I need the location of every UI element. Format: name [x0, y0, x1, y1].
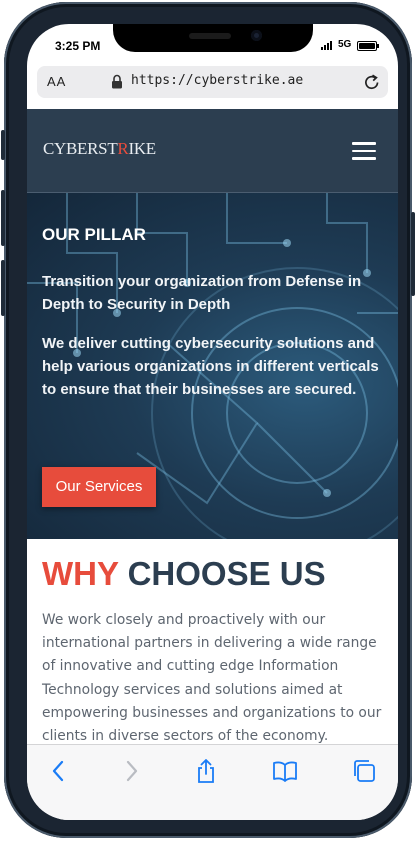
hero-title: OUR PILLAR [42, 225, 146, 244]
heading-accent-word: WHY [42, 555, 119, 592]
reload-icon[interactable] [363, 72, 381, 92]
logo-text-start: CYBERST [43, 139, 118, 158]
why-choose-us-section: WHY CHOOSE US We work closely and proact… [27, 539, 398, 749]
text-size-button[interactable]: AA [47, 74, 66, 89]
hero-section: OUR PILLAR Transition your organization … [27, 193, 398, 539]
logo-text-end: IKE [128, 139, 156, 158]
phone-screen: 3:25 PM 5G AA https://cyberstrike.ae CYB… [27, 24, 398, 820]
volume-down-button [1, 260, 5, 316]
lock-icon [111, 74, 123, 89]
silent-switch [1, 130, 5, 160]
battery-icon [357, 41, 379, 51]
front-camera [251, 30, 262, 41]
hero-tagline: Transition your organization from Defens… [42, 273, 362, 313]
hamburger-menu-icon[interactable] [352, 142, 376, 160]
power-button [411, 212, 415, 296]
address-bar[interactable]: AA https://cyberstrike.ae [37, 66, 388, 98]
phone-frame: 3:25 PM 5G AA https://cyberstrike.ae CYB… [1, 2, 415, 838]
safari-toolbar [27, 744, 398, 820]
url-text[interactable]: https://cyberstrike.ae [131, 73, 303, 88]
notch [113, 24, 313, 52]
share-icon[interactable] [193, 758, 219, 784]
cyberstrike-logo[interactable]: CYBERSTRIKE [43, 139, 156, 159]
heading-rest: CHOOSE US [127, 555, 326, 592]
why-choose-us-body: We work closely and proactively with our… [42, 612, 382, 745]
network-label: 5G [338, 39, 352, 50]
logo-text-accent: R [117, 139, 129, 158]
forward-icon[interactable] [118, 758, 144, 784]
site-header: CYBERSTRIKE [27, 109, 398, 193]
our-services-button[interactable]: Our Services [42, 467, 156, 507]
tabs-icon[interactable] [351, 758, 377, 784]
bookmarks-icon[interactable] [272, 758, 298, 784]
volume-up-button [1, 190, 5, 246]
status-time: 3:25 PM [55, 39, 101, 53]
why-choose-us-heading: WHY CHOOSE US [42, 555, 326, 593]
hero-description: We deliver cutting cybersecurity solutio… [42, 335, 379, 398]
speaker-grille [189, 33, 231, 39]
back-icon[interactable] [46, 758, 72, 784]
signal-icon [321, 41, 335, 50]
